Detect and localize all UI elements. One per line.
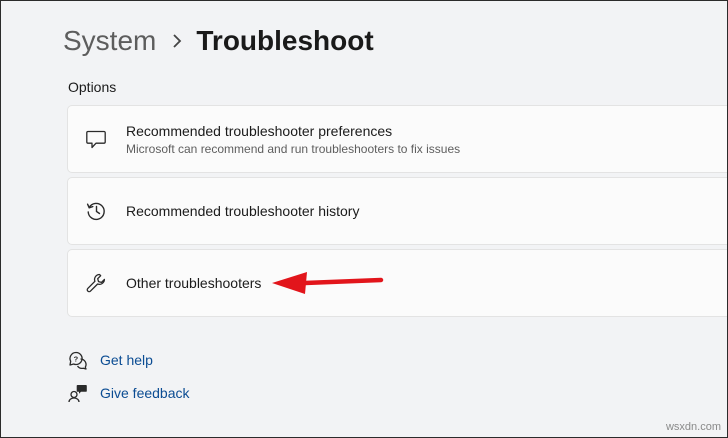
breadcrumb: System Troubleshoot: [63, 21, 374, 61]
give-feedback-link[interactable]: Give feedback: [67, 382, 190, 404]
give-feedback-label: Give feedback: [100, 385, 190, 401]
watermark: wsxdn.com: [665, 421, 721, 433]
options-heading: Options: [68, 79, 117, 95]
other-troubleshooters-card[interactable]: Other troubleshooters: [67, 249, 727, 317]
page-title: Troubleshoot: [196, 25, 374, 56]
red-arrow-annotation: [272, 272, 384, 294]
card-label: Recommended troubleshooter preferences: [126, 122, 393, 139]
feedback-icon: [67, 382, 89, 404]
card-description: Microsoft can recommend and run troubles…: [126, 141, 461, 156]
settings-window: System Troubleshoot Options Recommended …: [0, 0, 728, 438]
chevron-right-icon: [172, 34, 182, 48]
recommended-history-card[interactable]: Recommended troubleshooter history: [67, 177, 727, 245]
svg-text:?: ?: [74, 354, 79, 363]
get-help-link[interactable]: ? Get help: [67, 349, 153, 371]
message-icon: [84, 127, 108, 151]
wrench-icon: [84, 271, 108, 295]
recommended-preferences-card[interactable]: Recommended troubleshooter preferences M…: [67, 105, 727, 173]
breadcrumb-system[interactable]: System: [63, 25, 156, 57]
card-label: Recommended troubleshooter history: [126, 203, 360, 219]
help-icon: ?: [67, 349, 89, 371]
history-icon: [84, 199, 108, 223]
get-help-label: Get help: [100, 352, 153, 368]
card-label: Other troubleshooters: [126, 275, 262, 291]
